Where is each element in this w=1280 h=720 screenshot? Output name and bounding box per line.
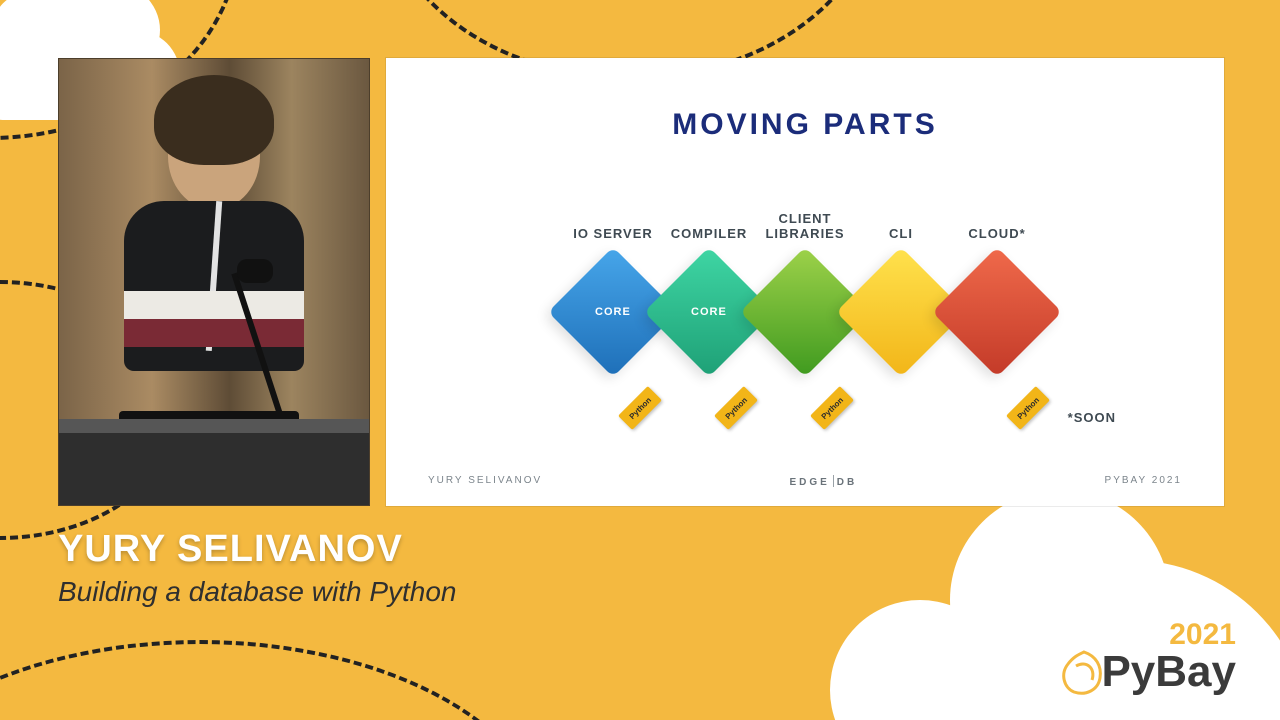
footer-left: YURY SELIVANOV [428,475,542,488]
podium [59,433,369,505]
speaker-figure [114,99,314,379]
footer-center: EDGE DB [789,475,857,488]
python-tag-icon: Python [810,386,854,430]
talk-title: Building a database with Python [58,576,457,608]
footer-brand-right: DB [837,477,857,488]
microphone-icon [237,259,273,283]
event-year: 2021 [1101,620,1236,650]
core-label: CORE [691,306,727,318]
core-label: CORE [595,306,631,318]
footer-brand-left: EDGE [789,477,829,488]
event-logo: 2021 PyBay [1101,620,1236,694]
part-label: CLOUD* [941,208,1053,242]
presentation-slide: MOVING PARTS IO SERVER CORE Python COMPI… [386,58,1224,506]
part-cloud: CLOUD* Python [941,208,1053,382]
footer-right: PYBAY 2021 [1105,475,1182,488]
python-tag-icon: Python [1006,386,1050,430]
speaker-name: YURY SELIVANOV [58,528,403,571]
event-name: PyBay [1101,650,1236,694]
python-tag-icon: Python [714,386,758,430]
soon-note: *SOON [1068,410,1116,425]
decor-dash [0,640,550,720]
speaker-video [58,58,370,506]
diamond-icon [932,247,1062,377]
slide-title: MOVING PARTS [386,108,1224,142]
slide-footer: YURY SELIVANOV EDGE DB PYBAY 2021 [386,475,1224,488]
python-tag-icon: Python [618,386,662,430]
parts-row: IO SERVER CORE Python COMPILER CORE Pyth… [386,208,1224,382]
